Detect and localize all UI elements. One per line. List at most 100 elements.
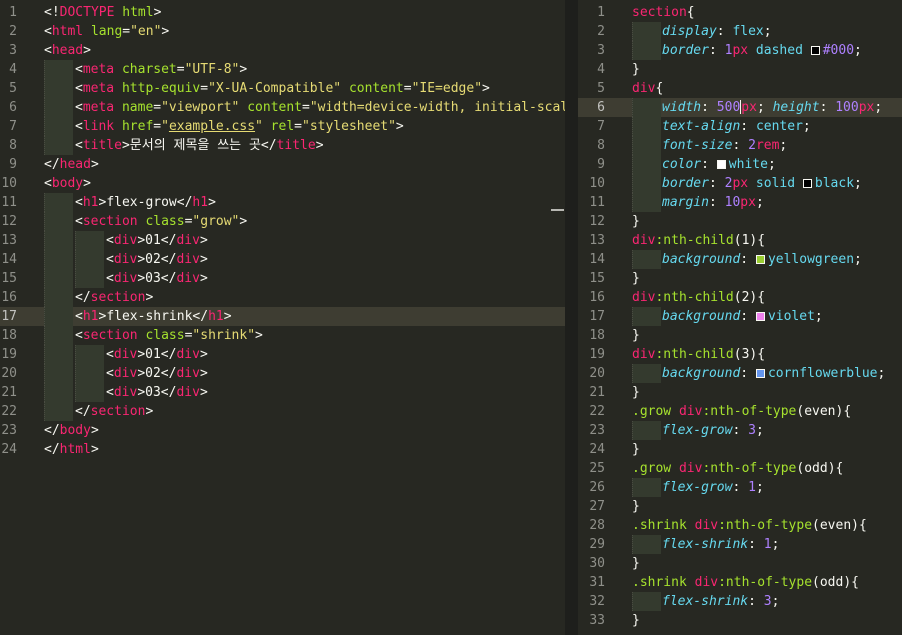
code-text[interactable]: } xyxy=(632,212,640,231)
code-line[interactable]: 6 <meta name="viewport" content="width=de… xyxy=(0,98,565,117)
code-text[interactable]: div:nth-child(2){ xyxy=(632,288,765,307)
code-line[interactable]: 12 <section class="grow"> xyxy=(0,212,565,231)
code-text[interactable]: } xyxy=(632,269,640,288)
code-line[interactable]: 4} xyxy=(578,60,902,79)
code-line[interactable]: 8 <title>문서의 제목을 쓰는 곳</title> xyxy=(0,136,565,155)
code-text[interactable]: .grow div:nth-of-type(odd){ xyxy=(632,459,843,478)
code-line[interactable]: 14 background: yellowgreen; xyxy=(578,250,902,269)
code-text[interactable]: background: cornflowerblue; xyxy=(662,364,885,383)
code-text[interactable]: <div>02</div> xyxy=(106,364,208,383)
code-text[interactable]: <section class="grow"> xyxy=(75,212,247,231)
code-text[interactable]: } xyxy=(632,326,640,345)
code-line[interactable]: 26 flex-grow: 1; xyxy=(578,478,902,497)
code-line[interactable]: 11 margin: 10px; xyxy=(578,193,902,212)
code-text[interactable]: background: yellowgreen; xyxy=(662,250,862,269)
code-line[interactable]: 15} xyxy=(578,269,902,288)
code-text[interactable]: <div>01</div> xyxy=(106,345,208,364)
code-line[interactable]: 23 flex-grow: 3; xyxy=(578,421,902,440)
code-text[interactable]: background: violet; xyxy=(662,307,823,326)
code-line[interactable]: 3 border: 1px dashed #000; xyxy=(578,41,902,60)
code-line[interactable]: 19 <div>01</div> xyxy=(0,345,565,364)
html-code-lines[interactable]: 1 <!DOCTYPE html> 2 <html lang="en"> 3 <head>… xyxy=(0,3,565,459)
code-line[interactable]: 1 <!DOCTYPE html> xyxy=(0,3,565,22)
code-line[interactable]: 7 <link href="example.css" rel="styleshee… xyxy=(0,117,565,136)
code-text[interactable]: </head> xyxy=(44,155,99,174)
code-line[interactable]: 10 border: 2px solid black; xyxy=(578,174,902,193)
code-line[interactable]: 23 </body> xyxy=(0,421,565,440)
code-text[interactable]: <meta charset="UTF-8"> xyxy=(75,60,247,79)
code-text[interactable]: } xyxy=(632,383,640,402)
code-line[interactable]: 2 <html lang="en"> xyxy=(0,22,565,41)
code-text[interactable]: } xyxy=(632,611,640,630)
code-line[interactable]: 21 <div>03</div> xyxy=(0,383,565,402)
code-text[interactable]: flex-grow: 3; xyxy=(662,421,764,440)
code-line[interactable]: 16 </section> xyxy=(0,288,565,307)
code-line[interactable]: 20 <div>02</div> xyxy=(0,364,565,383)
code-text[interactable]: </body> xyxy=(44,421,99,440)
code-line[interactable]: 7 text-align: center; xyxy=(578,117,902,136)
code-text[interactable]: <section class="shrink"> xyxy=(75,326,263,345)
code-line[interactable]: 24} xyxy=(578,440,902,459)
code-line[interactable]: 14 <div>02</div> xyxy=(0,250,565,269)
code-text[interactable]: color: white; xyxy=(662,155,776,174)
code-line[interactable]: 21} xyxy=(578,383,902,402)
code-text[interactable]: <meta http-equiv="X-UA-Compatible" conte… xyxy=(75,79,490,98)
code-line[interactable]: 18} xyxy=(578,326,902,345)
code-text[interactable]: <title>문서의 제목을 쓰는 곳</title> xyxy=(75,136,324,155)
code-line[interactable]: 24 </html> xyxy=(0,440,565,459)
code-text[interactable]: <div>02</div> xyxy=(106,250,208,269)
code-text[interactable]: <h1>flex-grow</h1> xyxy=(75,193,216,212)
code-line[interactable]: 8 font-size: 2rem; xyxy=(578,136,902,155)
code-line[interactable]: 33} xyxy=(578,611,902,630)
code-text[interactable]: <div>03</div> xyxy=(106,383,208,402)
css-editor-pane[interactable]: 1 section{2 display: flex; 3 border: 1px das… xyxy=(578,0,902,635)
code-text[interactable]: <link href="example.css" rel="stylesheet… xyxy=(75,117,404,136)
code-line[interactable]: 15 <div>03</div> xyxy=(0,269,565,288)
code-line[interactable]: 22 </section> xyxy=(0,402,565,421)
css-code-lines[interactable]: 1 section{2 display: flex; 3 border: 1px das… xyxy=(578,3,902,630)
code-text[interactable]: } xyxy=(632,440,640,459)
code-text[interactable]: .shrink div:nth-of-type(odd){ xyxy=(632,573,859,592)
code-line[interactable]: 4 <meta charset="UTF-8"> xyxy=(0,60,565,79)
code-text[interactable]: div:nth-child(3){ xyxy=(632,345,765,364)
code-line[interactable]: 31 .shrink div:nth-of-type(odd){ xyxy=(578,573,902,592)
code-line[interactable]: 9 color: white; xyxy=(578,155,902,174)
code-text[interactable]: section{ xyxy=(632,3,695,22)
code-text[interactable]: flex-shrink: 1; xyxy=(662,535,779,554)
code-text[interactable]: } xyxy=(632,497,640,516)
code-line[interactable]: 11 <h1>flex-grow</h1> xyxy=(0,193,565,212)
code-text[interactable]: .grow div:nth-of-type(even){ xyxy=(632,402,851,421)
code-line[interactable]: 16 div:nth-child(2){ xyxy=(578,288,902,307)
code-text[interactable]: margin: 10px; xyxy=(662,193,764,212)
minimap-scroll-indicator[interactable] xyxy=(551,209,564,211)
code-line[interactable]: 25 .grow div:nth-of-type(odd){ xyxy=(578,459,902,478)
code-line[interactable]: 17 background: violet; xyxy=(578,307,902,326)
code-line[interactable]: 2 display: flex; xyxy=(578,22,902,41)
code-text[interactable]: .shrink div:nth-of-type(even){ xyxy=(632,516,867,535)
code-text[interactable]: border: 1px dashed #000; xyxy=(662,41,862,60)
code-line[interactable]: 32 flex-shrink: 3; xyxy=(578,592,902,611)
code-text[interactable]: flex-grow: 1; xyxy=(662,478,764,497)
code-line[interactable]: 22 .grow div:nth-of-type(even){ xyxy=(578,402,902,421)
code-line[interactable]: 18 <section class="shrink"> xyxy=(0,326,565,345)
code-text[interactable]: div{ xyxy=(632,79,663,98)
code-line[interactable]: 30} xyxy=(578,554,902,573)
code-line[interactable]: 1 section{ xyxy=(578,3,902,22)
code-text[interactable]: text-align: center; xyxy=(662,117,811,136)
code-text[interactable]: </section> xyxy=(75,402,153,421)
code-text[interactable]: font-size: 2rem; xyxy=(662,136,787,155)
code-line[interactable]: 28 .shrink div:nth-of-type(even){ xyxy=(578,516,902,535)
code-line[interactable]: 20 background: cornflowerblue; xyxy=(578,364,902,383)
code-line[interactable]: 29 flex-shrink: 1; xyxy=(578,535,902,554)
code-line[interactable]: 9 </head> xyxy=(0,155,565,174)
code-text[interactable]: display: flex; xyxy=(662,22,772,41)
code-text[interactable]: width: 500px; height: 100px; xyxy=(662,98,882,117)
code-text[interactable]: } xyxy=(632,554,640,573)
code-text[interactable]: <div>01</div> xyxy=(106,231,208,250)
code-text[interactable]: </html> xyxy=(44,440,99,459)
code-line[interactable]: 27} xyxy=(578,497,902,516)
code-text[interactable]: <body> xyxy=(44,174,91,193)
pane-divider[interactable] xyxy=(565,0,578,635)
code-line[interactable]: 13 <div>01</div> xyxy=(0,231,565,250)
code-line[interactable]: 3 <head> xyxy=(0,41,565,60)
